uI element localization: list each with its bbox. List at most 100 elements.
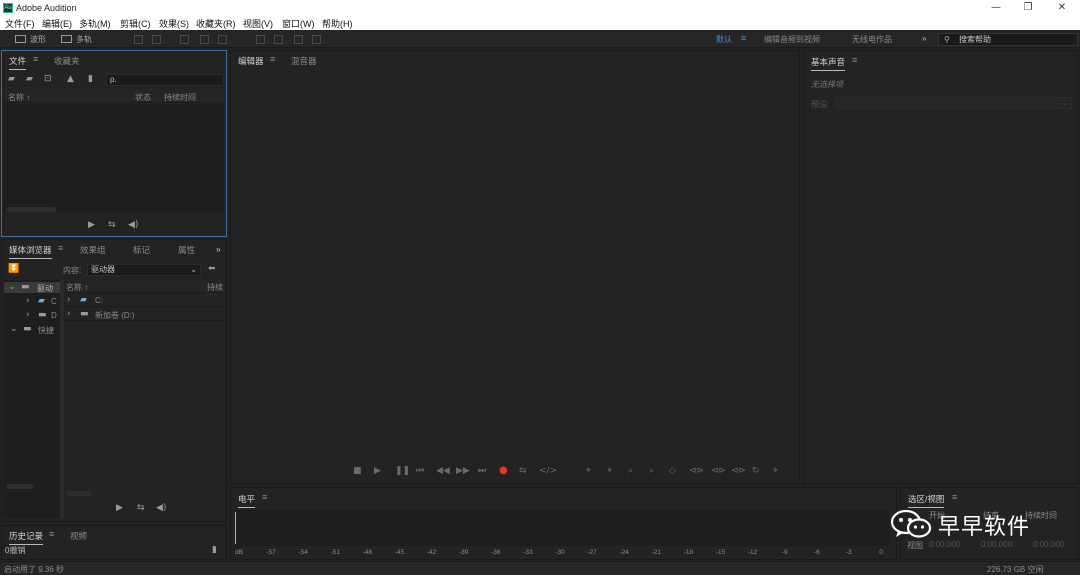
media-row-d[interactable]: › ▬ 新加卷 (D:) — [64, 308, 224, 321]
zoom-out-full-icon[interactable]: ◇ — [669, 466, 676, 476]
workspace-radio-production[interactable]: 无线电作品 — [852, 34, 892, 45]
new-file-icon[interactable]: ⊡ — [44, 74, 52, 84]
preset-dropdown[interactable]: ⌄ — [836, 97, 1072, 109]
rewind-icon[interactable]: ◀◀ — [436, 466, 450, 476]
spectral-display-icon[interactable] — [134, 35, 143, 44]
content-dropdown[interactable]: 驱动器 ⌄ — [87, 264, 201, 276]
brush-tool-icon[interactable] — [294, 35, 303, 44]
tree-label-shortcuts[interactable]: 快捷 — [38, 325, 54, 336]
chevron-right-icon[interactable]: › — [26, 296, 30, 306]
essential-sound-title[interactable]: 基本声音 — [811, 56, 846, 71]
zoom-in-point-icon[interactable]: ⊲⊳ — [689, 466, 704, 476]
selection-view-title[interactable]: 选区/视图 — [908, 493, 945, 508]
play-icon[interactable]: ▶ — [374, 466, 381, 476]
record-button[interactable]: ● — [499, 465, 508, 476]
chevron-down-icon[interactable]: ⌄ — [10, 324, 18, 334]
editor-panel-menu-icon[interactable]: ≡ — [270, 54, 275, 64]
media-panel-menu-icon[interactable]: ≡ — [58, 243, 63, 253]
zoom-out-time-icon[interactable]: ⌕ — [649, 466, 654, 476]
media-row-c[interactable]: › ▰ C: — [64, 294, 224, 307]
tab-favorites[interactable]: 收藏夹 — [54, 55, 80, 67]
tab-video[interactable]: 视频 — [70, 530, 87, 542]
go-to-start-icon[interactable]: ⏮ — [416, 466, 424, 476]
tab-editor[interactable]: 编辑器 — [238, 55, 264, 70]
spot-healing-tool-icon[interactable] — [312, 35, 321, 44]
tab-history[interactable]: 历史记录 — [9, 530, 44, 545]
workspace-menu-icon[interactable]: ≡ — [741, 33, 746, 43]
search-help-input[interactable]: ⚲ 搜索帮助 — [938, 33, 1078, 46]
history-panel-menu-icon[interactable]: ≡ — [49, 529, 54, 539]
media-tabs-overflow-icon[interactable]: » — [216, 244, 221, 254]
menu-view[interactable]: 视图(V) — [243, 17, 273, 30]
tab-media-browser[interactable]: 媒体浏览器 — [9, 244, 52, 259]
tree-item-drives[interactable]: ⌄ ▬ 驱动 — [4, 282, 60, 293]
zoom-reset-icon[interactable]: ⌖ — [773, 466, 778, 476]
level-panel-menu-icon[interactable]: ≡ — [262, 492, 267, 502]
pause-icon[interactable]: ❚❚ — [395, 466, 410, 476]
menu-effects[interactable]: 效果(S) — [159, 17, 189, 30]
tab-markers[interactable]: 标记 — [133, 244, 150, 256]
media-column-duration[interactable]: 持续 — [207, 282, 223, 293]
minimize-button[interactable]: — — [988, 1, 1004, 15]
play-icon[interactable]: ▶ — [116, 503, 123, 513]
insert-into-multitrack-icon[interactable]: ▲ — [67, 74, 74, 84]
zoom-left-icon[interactable]: ⊲⊳ — [731, 466, 746, 476]
tab-mixer[interactable]: 混音器 — [291, 55, 317, 67]
chevron-right-icon[interactable]: › — [67, 295, 71, 305]
media-horizontal-scrollbar[interactable] — [66, 491, 92, 496]
files-search-input[interactable]: ρ. — [106, 74, 224, 86]
restore-button[interactable]: ❐ — [1020, 1, 1036, 15]
column-name[interactable]: 名称 ↑ — [8, 92, 30, 103]
level-meter-title[interactable]: 电平 — [238, 493, 256, 508]
panel-menu-icon[interactable]: ≡ — [33, 54, 38, 64]
play-icon[interactable]: ▶ — [88, 220, 95, 230]
column-duration[interactable]: 持续时间 — [164, 92, 196, 103]
multitrack-mode-button[interactable]: 多轨 — [61, 34, 92, 45]
slip-tool-icon[interactable] — [218, 35, 227, 44]
stop-icon[interactable]: ■ — [353, 466, 362, 476]
menu-help[interactable]: 帮助(H) — [322, 17, 353, 30]
pitch-display-icon[interactable] — [152, 35, 161, 44]
autoplay-icon[interactable]: ◀) — [128, 220, 138, 230]
lasso-tool-icon[interactable] — [274, 35, 283, 44]
editor-canvas[interactable] — [232, 69, 798, 461]
menu-window[interactable]: 窗口(W) — [282, 17, 315, 30]
close-file-icon[interactable]: ▮ — [88, 74, 93, 84]
zoom-selection-icon[interactable]: ⊲⊳ — [711, 466, 726, 476]
workspace-edit-audio-to-video[interactable]: 编辑音频到视频 — [764, 34, 820, 45]
menu-favorites[interactable]: 收藏夹(R) — [196, 17, 236, 30]
zoom-in-amplitude-icon[interactable]: ⌖ — [586, 466, 591, 476]
selection-panel-menu-icon[interactable]: ≡ — [952, 492, 957, 502]
files-list[interactable] — [4, 104, 224, 212]
tree-label-d[interactable]: D — [51, 311, 57, 320]
tab-files[interactable]: 文件 — [9, 55, 27, 70]
menu-edit[interactable]: 编辑(E) — [42, 17, 72, 30]
razor-tool-icon[interactable] — [200, 35, 209, 44]
close-button[interactable]: ✕ — [1054, 1, 1070, 15]
column-status[interactable]: 状态 — [135, 92, 151, 103]
chevron-right-icon[interactable]: › — [26, 310, 30, 320]
view-duration-value[interactable]: 0:00.000 — [1033, 540, 1064, 549]
tab-effects-rack[interactable]: 效果组 — [80, 244, 106, 256]
tree-horizontal-scrollbar[interactable] — [6, 484, 34, 489]
view-end-value[interactable]: 0:00.000 — [981, 540, 1012, 549]
zoom-right-icon[interactable]: ↻ — [752, 466, 760, 476]
media-column-name[interactable]: 名称 ↑ — [66, 282, 88, 293]
workspace-default[interactable]: 默认 — [716, 34, 732, 45]
marquee-tool-icon[interactable] — [256, 35, 265, 44]
menu-file[interactable]: 文件(F) — [5, 17, 35, 30]
waveform-mode-button[interactable]: 波形 — [15, 34, 46, 45]
chevron-right-icon[interactable]: › — [67, 309, 71, 319]
skip-selection-icon[interactable]: </> — [539, 466, 557, 476]
view-start-value[interactable]: 0:00.000 — [929, 540, 960, 549]
workspaces-overflow-icon[interactable]: » — [922, 34, 926, 43]
drive-download-icon[interactable]: ⏬ — [8, 264, 19, 274]
menu-clip[interactable]: 剪辑(C) — [120, 17, 151, 30]
fast-forward-icon[interactable]: ▶▶ — [456, 466, 470, 476]
drive-c-icon[interactable]: ▰ — [38, 296, 45, 306]
go-back-icon[interactable]: ⬅ — [208, 264, 216, 274]
menu-multitrack[interactable]: 多轨(M) — [79, 17, 111, 30]
drive-d-icon[interactable]: ▬ — [38, 310, 47, 320]
import-file-icon[interactable]: ▰ — [26, 74, 33, 84]
open-file-icon[interactable]: ▰ — [8, 74, 15, 84]
